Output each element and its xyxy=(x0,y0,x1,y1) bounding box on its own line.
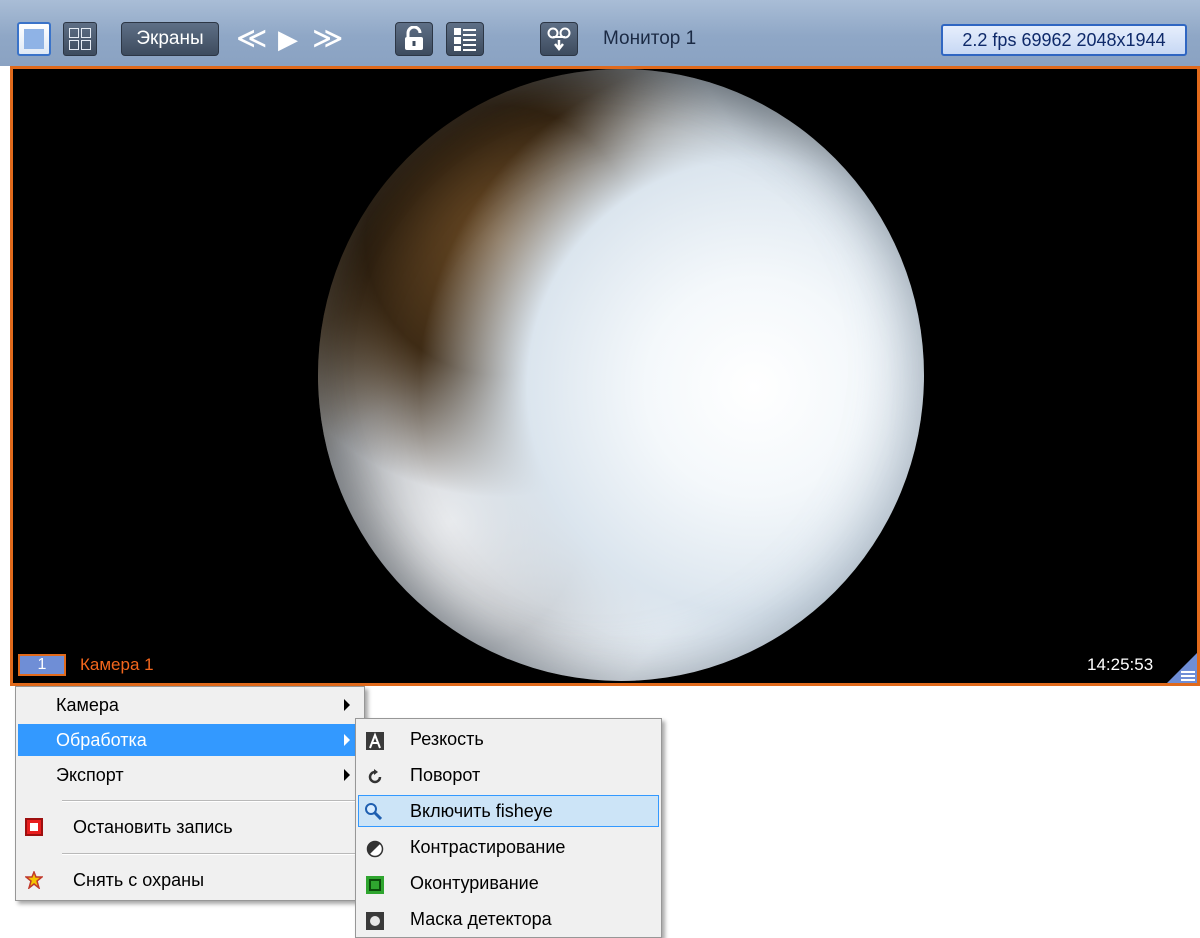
context-menu: Камера Обработка Экспорт Остановить запи… xyxy=(15,686,365,901)
contrast-icon xyxy=(366,840,384,858)
grid-layout-button[interactable] xyxy=(63,22,97,56)
camera-video-window[interactable]: 1 Камера 1 14:25:53 xyxy=(10,66,1200,686)
next-monitor-button[interactable]: ≫ xyxy=(312,24,343,54)
submenu-item-label: Оконтуривание xyxy=(410,873,539,893)
toolbar: Экраны ≪ ▶ ≫ Монитор 1 2.2 fps 69962 204… xyxy=(0,0,1200,66)
lock-button[interactable] xyxy=(395,22,433,56)
grid-layout-icon xyxy=(81,40,91,50)
submenu-item-enable-fisheye[interactable]: Включить fisheye xyxy=(358,795,659,827)
processing-submenu: Резкость Поворот Включить fisheye Контра… xyxy=(355,718,662,938)
recording-button[interactable] xyxy=(540,22,578,56)
menu-item-export[interactable]: Экспорт xyxy=(18,759,362,791)
sharpness-icon xyxy=(366,732,384,750)
menu-item-disarm[interactable]: Снять с охраны xyxy=(18,864,362,896)
submenu-item-contrast[interactable]: Контрастирование xyxy=(358,831,659,863)
stop-record-icon xyxy=(25,818,43,836)
submenu-item-label: Включить fisheye xyxy=(410,801,553,821)
submenu-item-label: Контрастирование xyxy=(410,837,566,857)
lock-icon xyxy=(405,26,423,50)
fisheye-video-image xyxy=(318,69,924,681)
rotate-icon xyxy=(368,769,382,784)
monitor-title: Монитор 1 xyxy=(603,28,697,49)
hamburger-icon xyxy=(1181,669,1195,681)
submenu-item-label: Маска детектора xyxy=(410,909,552,929)
stream-stats: 2.2 fps 69962 2048x1944 xyxy=(941,24,1187,56)
menu-item-label: Снять с охраны xyxy=(73,870,205,890)
disarm-icon xyxy=(25,871,43,889)
submenu-arrow-icon xyxy=(344,699,350,711)
submenu-item-contour[interactable]: Оконтуривание xyxy=(358,867,659,899)
grid-layout-icon xyxy=(81,28,91,38)
menu-item-stop-recording[interactable]: Остановить запись xyxy=(18,811,362,843)
contour-icon xyxy=(366,876,384,894)
detector-mask-icon xyxy=(366,912,384,930)
menu-item-label: Камера xyxy=(56,695,119,715)
submenu-arrow-icon xyxy=(344,734,350,746)
list-icon xyxy=(454,28,476,51)
grid-layout-icon xyxy=(69,40,79,50)
single-layout-icon xyxy=(24,29,44,49)
menu-item-label: Экспорт xyxy=(56,765,124,785)
menu-item-label: Обработка xyxy=(56,730,147,750)
video-timestamp: 14:25:53 xyxy=(1087,655,1154,674)
play-button[interactable]: ▶ xyxy=(278,24,298,54)
camera-name-label: Камера 1 xyxy=(80,655,154,674)
submenu-item-sharpness[interactable]: Резкость xyxy=(358,723,659,755)
menu-separator xyxy=(62,853,358,855)
menu-item-camera[interactable]: Камера xyxy=(18,689,362,721)
list-button[interactable] xyxy=(446,22,484,56)
submenu-item-rotate[interactable]: Поворот xyxy=(358,759,659,791)
prev-monitor-button[interactable]: ≪ xyxy=(236,24,267,54)
menu-item-label: Остановить запись xyxy=(73,817,233,837)
submenu-item-detector-mask[interactable]: Маска детектора xyxy=(358,903,659,935)
submenu-item-label: Резкость xyxy=(410,729,484,749)
grid-layout-icon xyxy=(69,28,79,38)
single-layout-button[interactable] xyxy=(17,22,51,56)
submenu-item-label: Поворот xyxy=(410,765,481,785)
camera-number-badge[interactable]: 1 xyxy=(18,654,66,676)
menu-separator xyxy=(62,800,358,802)
magnifier-icon xyxy=(365,803,382,820)
screens-button[interactable]: Экраны xyxy=(121,22,219,56)
tape-record-icon xyxy=(547,27,571,52)
submenu-arrow-icon xyxy=(344,769,350,781)
menu-item-processing[interactable]: Обработка xyxy=(18,724,362,756)
